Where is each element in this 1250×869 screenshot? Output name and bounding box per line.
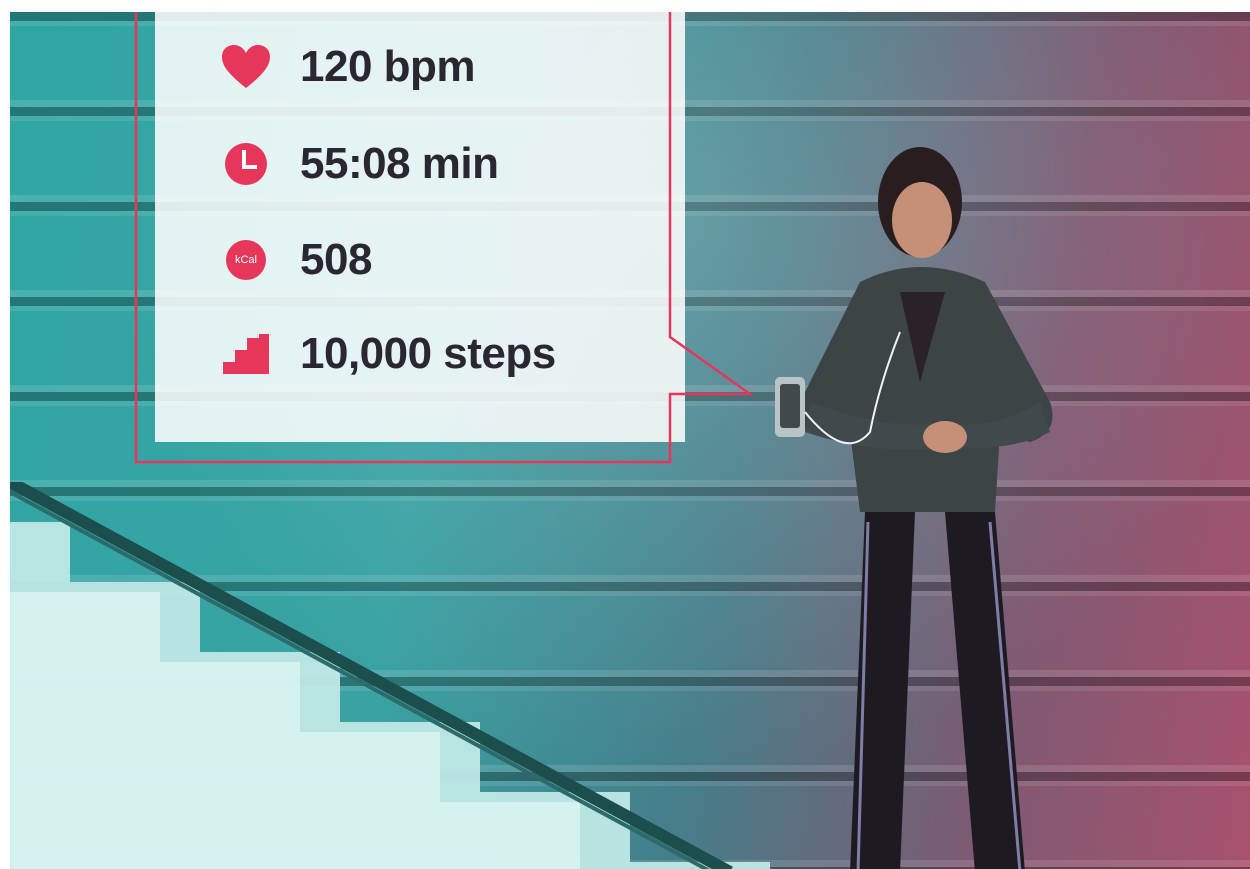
stat-calories: kCal 508: [220, 230, 372, 290]
calories-value: 508: [300, 235, 372, 284]
heart-icon: [220, 41, 272, 93]
athlete-figure: [775, 147, 1053, 869]
steps-value: 10,000 steps: [300, 329, 556, 378]
stat-heart-rate: 120 bpm: [220, 37, 476, 97]
kcal-icon: kCal: [220, 234, 272, 286]
kcal-badge-label: kCal: [226, 240, 266, 280]
stairs-icon: [220, 328, 272, 380]
stat-duration: 55:08 min: [220, 134, 499, 194]
stat-steps: 10,000 steps: [220, 324, 556, 384]
heart-rate-value: 120 bpm: [300, 42, 476, 91]
photo-scene: 120 bpm 55:08 min kCal 508 10,000 steps: [10, 12, 1250, 869]
clock-icon: [220, 138, 272, 190]
staircase: [10, 482, 770, 869]
duration-value: 55:08 min: [300, 139, 499, 188]
